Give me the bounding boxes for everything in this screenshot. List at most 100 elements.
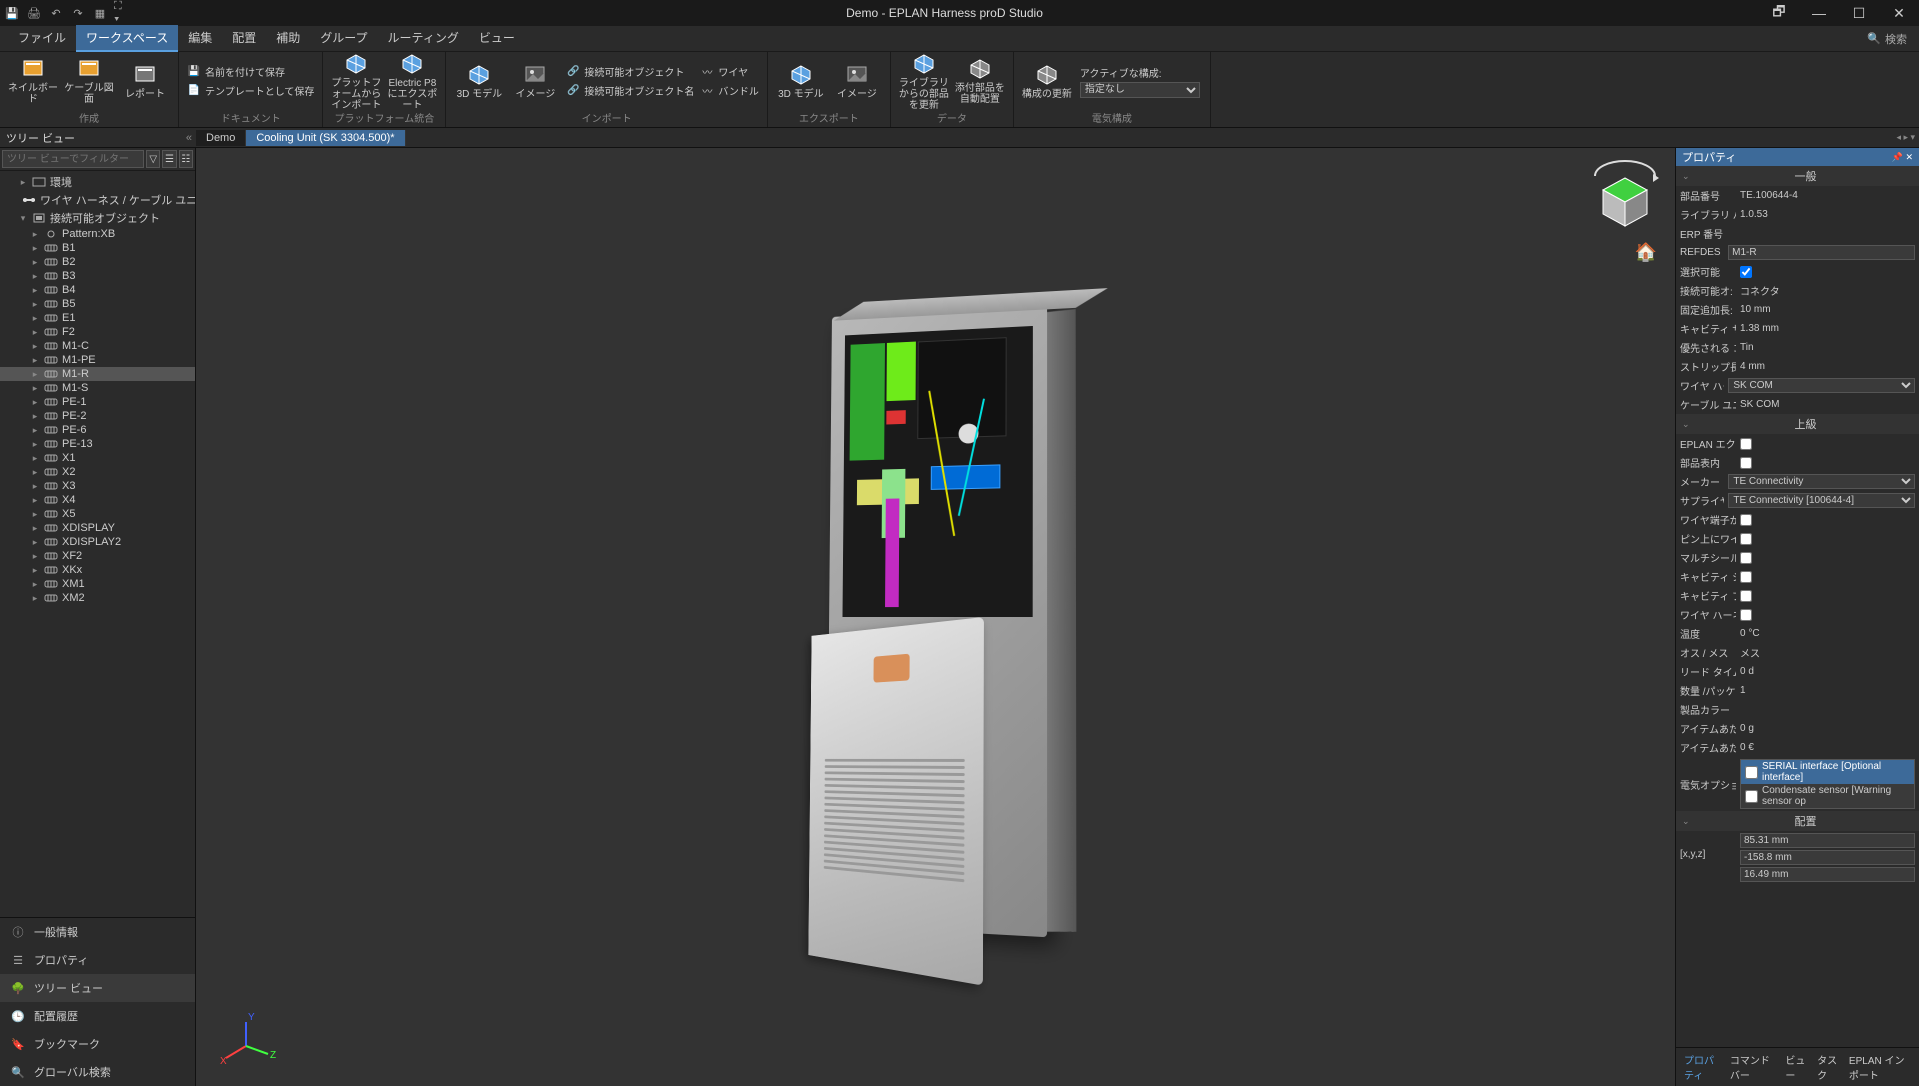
tree-node[interactable]: ▸XDISPLAY <box>0 521 195 535</box>
option-check[interactable] <box>1745 790 1758 803</box>
prop-select[interactable]: TE Connectivity [100644-4] <box>1728 493 1915 508</box>
filter-icon[interactable]: ▽ <box>146 150 160 168</box>
ribbon-button[interactable]: 3D モデル <box>774 53 828 109</box>
prop-checkbox[interactable] <box>1740 266 1752 278</box>
option-check[interactable] <box>1745 766 1758 779</box>
expand-icon[interactable]: ▸ <box>30 285 40 296</box>
right-panel-tab[interactable]: コマンド バー <box>1726 1050 1780 1084</box>
tree-node[interactable]: ▸XM1 <box>0 577 195 591</box>
expand-icon[interactable]: ▸ <box>30 579 40 590</box>
minimize-icon[interactable]: — <box>1799 0 1839 26</box>
view-cube[interactable] <box>1585 158 1665 238</box>
menu-item[interactable]: ビュー <box>469 25 525 52</box>
expand-icon[interactable]: ▸ <box>30 383 40 394</box>
tree-node[interactable]: ▸B2 <box>0 255 195 269</box>
expand-icon[interactable]: ▸ <box>30 565 40 576</box>
ribbon-button[interactable]: Electric P8 にエクスポート <box>385 53 439 109</box>
tree-node[interactable]: ▸PE-1 <box>0 395 195 409</box>
expand-icon[interactable]: ▸ <box>30 411 40 422</box>
prop-checkbox[interactable] <box>1740 533 1752 545</box>
expand-icon[interactable]: ▸ <box>30 313 40 324</box>
tree-filter-input[interactable] <box>2 150 144 168</box>
save-icon[interactable]: 💾 <box>4 5 20 21</box>
maximize-icon[interactable]: ☐ <box>1839 0 1879 26</box>
expand-icon[interactable]: ▸ <box>30 425 40 436</box>
chevron-down-icon[interactable]: ⌄ <box>1682 419 1692 430</box>
ribbon-button[interactable]: ライブラリからの部品を更新 <box>897 53 951 109</box>
ribbon-button[interactable]: レポート <box>118 53 172 109</box>
document-tab[interactable]: Demo <box>196 130 246 146</box>
prop-input[interactable] <box>1728 245 1915 260</box>
prop-checkbox[interactable] <box>1740 514 1752 526</box>
tree-node[interactable]: ▸X4 <box>0 493 195 507</box>
option-row[interactable]: Condensate sensor [Warning sensor op <box>1741 784 1914 808</box>
combo-select[interactable]: 指定なし <box>1080 82 1200 98</box>
ribbon-button[interactable]: 3D モデル <box>452 53 506 109</box>
coord-input[interactable] <box>1740 867 1915 882</box>
tree-node[interactable]: ▸XKx <box>0 563 195 577</box>
ribbon-button[interactable]: ネイルボード <box>6 53 60 109</box>
tree-node[interactable]: ▸M1-R <box>0 367 195 381</box>
expand-icon[interactable]: ▸ <box>30 523 40 534</box>
expand-icon[interactable]: ▸ <box>30 509 40 520</box>
ribbon-button[interactable]: イメージ <box>508 53 562 109</box>
tree-node[interactable]: ▸B4 <box>0 283 195 297</box>
ribbon-small-button[interactable]: 📄テンプレートとして保存 <box>185 82 316 99</box>
ribbon-small-button[interactable]: 🔗接続可能オブジェクト名 <box>564 82 696 99</box>
tree-node[interactable]: ▸B5 <box>0 297 195 311</box>
tree-mode2-icon[interactable]: ☷ <box>179 150 193 168</box>
prop-checkbox[interactable] <box>1740 590 1752 602</box>
tree-node[interactable]: ▸B3 <box>0 269 195 283</box>
left-nav-item[interactable]: 🔍グローバル検索 <box>0 1058 195 1086</box>
tree-pane-collapse-icon[interactable]: « <box>186 132 192 144</box>
prop-checkbox[interactable] <box>1740 609 1752 621</box>
prop-checkbox[interactable] <box>1740 438 1752 450</box>
ribbon-small-button[interactable]: 🔗接続可能オブジェクト <box>564 63 696 80</box>
expand-icon[interactable]: ▸ <box>30 439 40 450</box>
right-panel-tab[interactable]: タスク <box>1813 1050 1843 1084</box>
left-nav-item[interactable]: 🌳ツリー ビュー <box>0 974 195 1002</box>
menu-item[interactable]: 補助 <box>266 25 310 52</box>
menu-search[interactable]: 🔍 検索 <box>1867 31 1907 47</box>
tree-node[interactable]: ▸M1-S <box>0 381 195 395</box>
restore-window-icon[interactable]: 🗗 <box>1759 0 1799 26</box>
right-panel-tab[interactable]: EPLAN インポート <box>1845 1050 1915 1084</box>
menu-item[interactable]: 配置 <box>222 25 266 52</box>
left-nav-item[interactable]: ☰プロパティ <box>0 946 195 974</box>
print-icon[interactable]: 🖨 <box>26 5 42 21</box>
tree-node[interactable]: ▸X2 <box>0 465 195 479</box>
tree-node[interactable]: ▸環境 <box>0 173 195 191</box>
tree-node[interactable]: ▸XM2 <box>0 591 195 605</box>
expand-icon[interactable]: ▸ <box>30 341 40 352</box>
coord-input[interactable] <box>1740 833 1915 848</box>
tree-node[interactable]: ▸M1-PE <box>0 353 195 367</box>
expand-icon[interactable]: ▸ <box>30 593 40 604</box>
tree-node[interactable]: ▸Pattern:XB <box>0 227 195 241</box>
close-icon[interactable]: ✕ <box>1879 0 1919 26</box>
expand-icon[interactable]: ▸ <box>30 229 40 240</box>
section-header[interactable]: ⌄上級 <box>1676 414 1919 434</box>
coord-input[interactable] <box>1740 850 1915 865</box>
prop-select[interactable]: SK COM <box>1728 378 1915 393</box>
grid-icon[interactable]: ▦ <box>92 5 108 21</box>
tree-node[interactable]: ▸XDISPLAY2 <box>0 535 195 549</box>
prop-checkbox[interactable] <box>1740 552 1752 564</box>
ribbon-small-button[interactable]: 〰ワイヤ <box>698 63 761 80</box>
tree-node[interactable]: ワイヤ ハーネス / ケーブル ユニット <box>0 191 195 209</box>
tree-node[interactable]: ▸PE-6 <box>0 423 195 437</box>
tree-node[interactable]: ▸X5 <box>0 507 195 521</box>
prop-select[interactable]: TE Connectivity <box>1728 474 1915 489</box>
expand-icon[interactable]: ▸ <box>30 257 40 268</box>
tree-node[interactable]: ▸PE-2 <box>0 409 195 423</box>
expand-icon[interactable]: ▸ <box>30 453 40 464</box>
fullscreen-icon[interactable]: ⛶ ▾ <box>114 5 130 21</box>
expand-icon[interactable]: ▸ <box>30 243 40 254</box>
left-nav-item[interactable]: 🕒配置履歴 <box>0 1002 195 1030</box>
expand-icon[interactable]: ▸ <box>30 327 40 338</box>
expand-icon[interactable]: ▸ <box>18 177 28 188</box>
expand-icon[interactable]: ▸ <box>30 369 40 380</box>
expand-icon[interactable]: ▸ <box>30 355 40 366</box>
menu-item[interactable]: ルーティング <box>378 25 469 52</box>
ribbon-button[interactable]: 添付部品を自動配置 <box>953 53 1007 109</box>
left-nav-item[interactable]: ⓘ一般情報 <box>0 918 195 946</box>
